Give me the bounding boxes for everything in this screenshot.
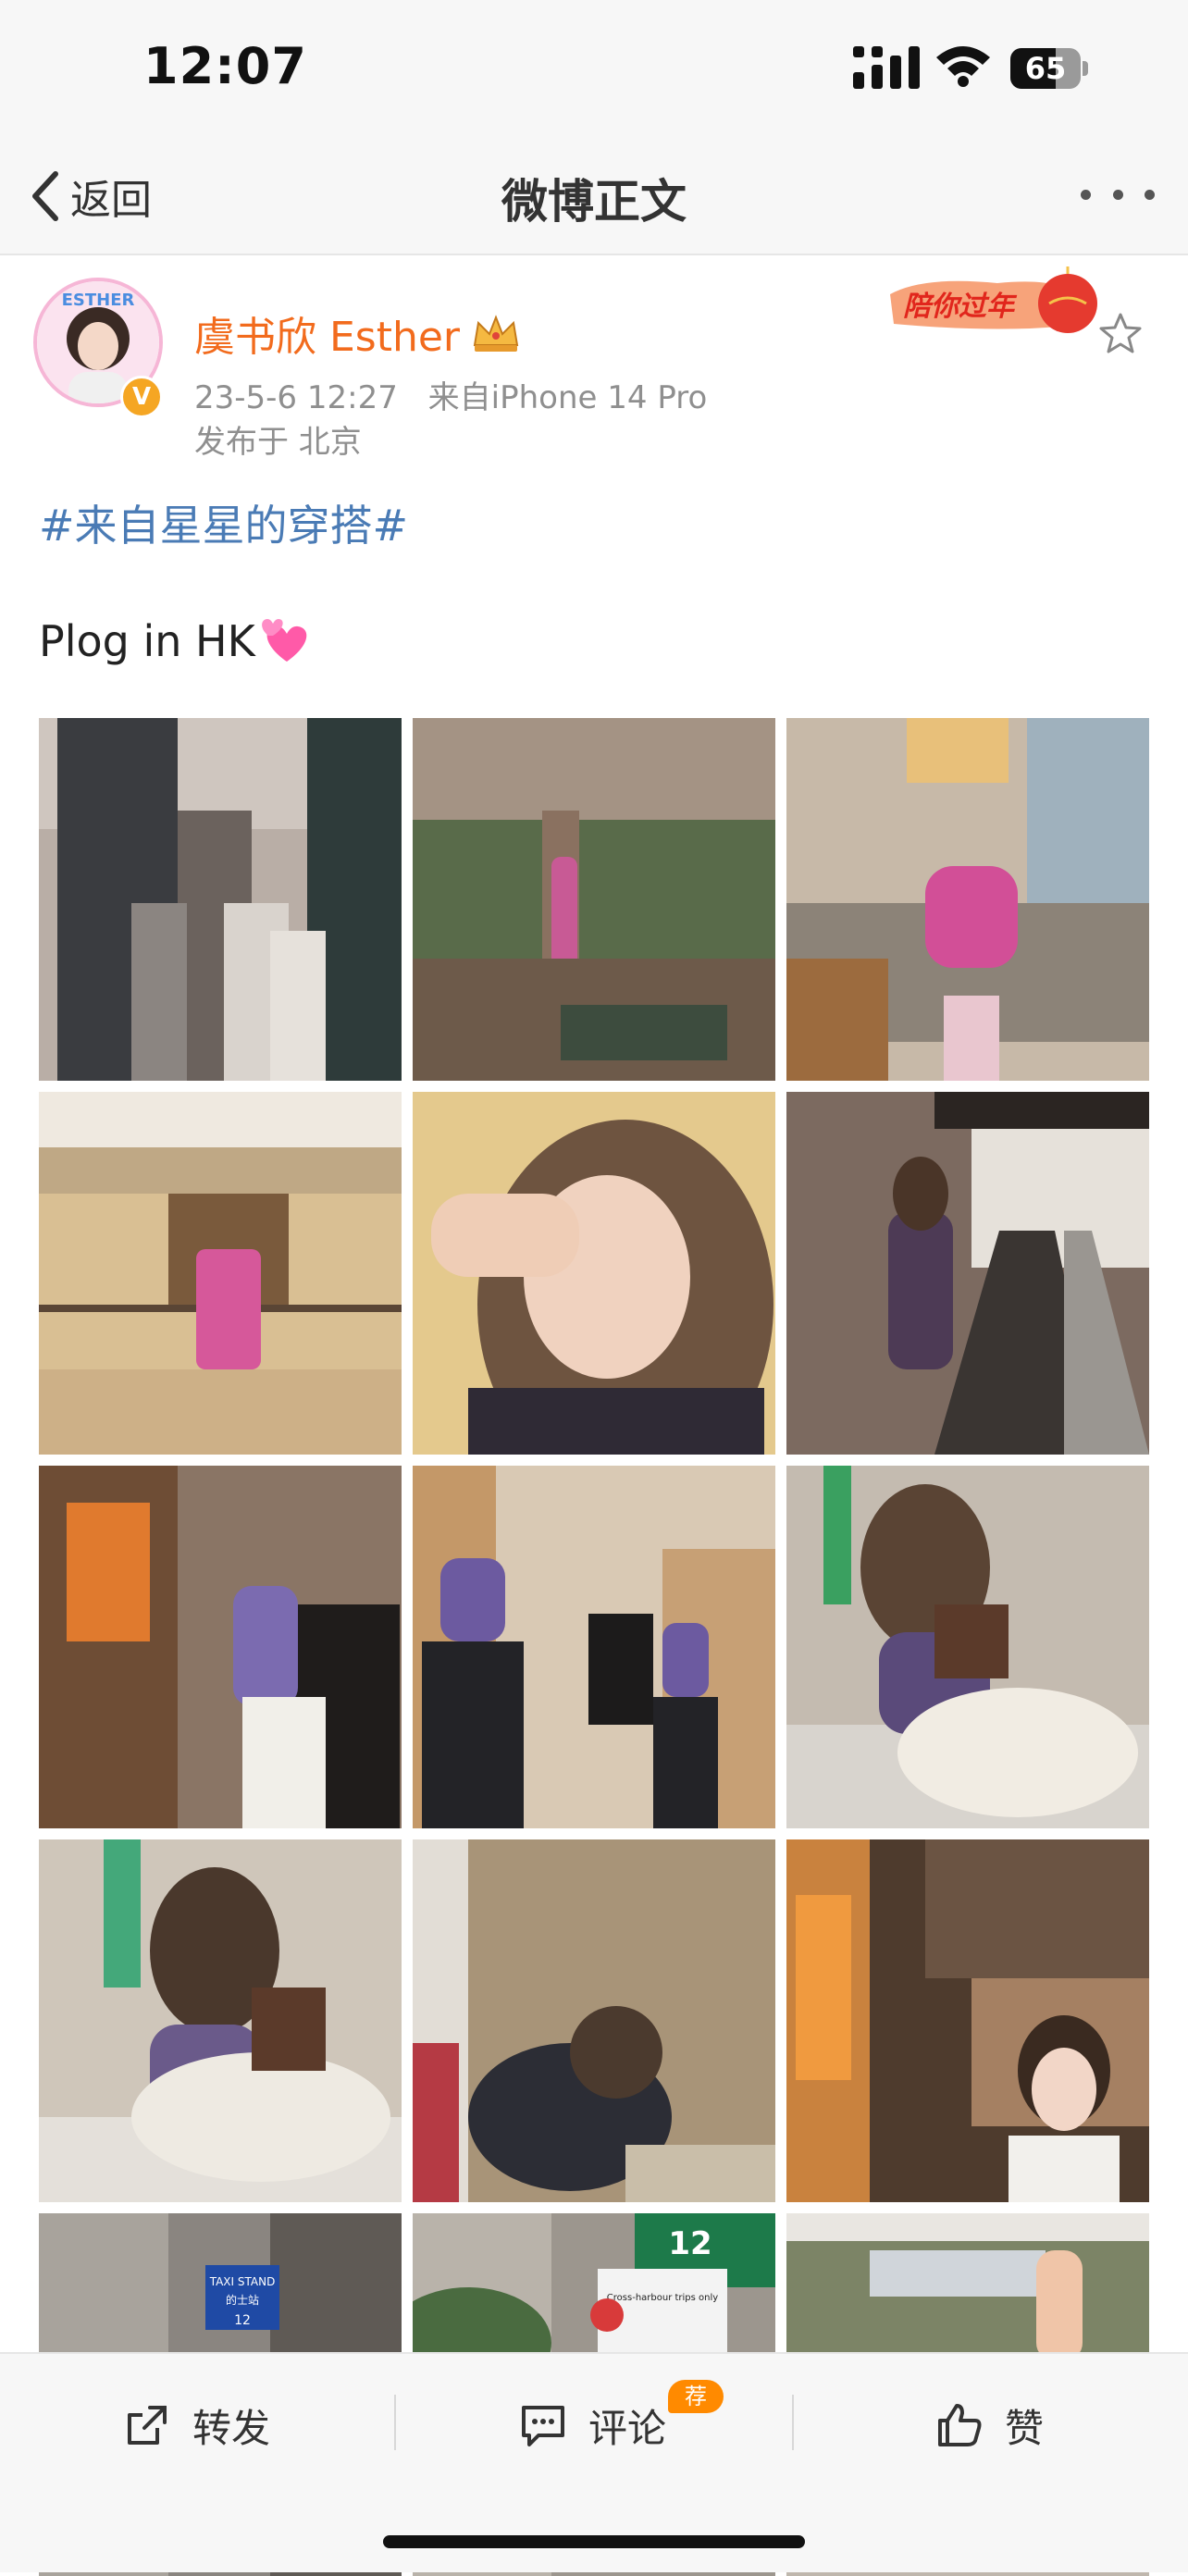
taxi-sign-cn: 的士站: [226, 2293, 259, 2307]
recommend-badge: 荐: [668, 2380, 724, 2413]
photo-atrium-pink-dress[interactable]: [39, 1092, 402, 1455]
photo-mirror-pair[interactable]: [413, 1466, 775, 1828]
photo-selfie-salute[interactable]: [413, 1092, 775, 1455]
post-meta: 23-5-6 12:27 来自iPhone 14 Pro: [194, 372, 727, 417]
new-year-badge: 陪你过年: [886, 266, 1108, 341]
photo-sofa-pink-hoodie[interactable]: [786, 718, 1149, 1081]
divider: [394, 2395, 396, 2450]
page-title: 微博正文: [501, 175, 687, 229]
user-name[interactable]: 虞书欣 Esther: [194, 303, 460, 363]
favorite-star-icon[interactable]: [1097, 311, 1144, 357]
route-number: 12: [668, 2225, 712, 2262]
post-text: Plog in HK: [39, 616, 255, 666]
route-sign-text: 12: [234, 2313, 251, 2328]
new-year-badge-text: 陪你过年: [903, 291, 1014, 323]
post-location: 发布于 北京: [194, 424, 362, 461]
photo-puffer-jacket[interactable]: [413, 1839, 775, 2202]
battery-level: 65: [1024, 51, 1067, 86]
comment-button[interactable]: 评论: [518, 2391, 666, 2459]
taxi-sign-text: TAXI STAND: [209, 2275, 276, 2288]
photo-escalator-pose[interactable]: [39, 1466, 402, 1828]
photo-escalator-down[interactable]: [786, 1092, 1149, 1455]
photo-hotel-corner-window[interactable]: [413, 718, 775, 1081]
vip-crown-icon: [473, 315, 519, 352]
divider: [792, 2395, 794, 2450]
two-hearts-icon: [261, 619, 307, 662]
like-button[interactable]: 赞: [934, 2391, 1044, 2459]
share-icon: [128, 2406, 167, 2445]
post-source: 来自iPhone 14 Pro: [427, 379, 708, 416]
repost-button[interactable]: 转发: [122, 2391, 270, 2459]
home-indicator: [383, 2535, 805, 2548]
user-name-row[interactable]: 虞书欣 Esther: [194, 303, 523, 363]
status-time: 12:07: [143, 37, 307, 95]
photo-lobby-orange[interactable]: [786, 1839, 1149, 2202]
repost-label: 转发: [192, 2405, 271, 2451]
avatar[interactable]: ESTHER V: [33, 278, 163, 418]
like-label: 赞: [1005, 2405, 1045, 2451]
photo-crouch-phone[interactable]: [786, 1466, 1149, 1828]
cross-harbour-text: Cross-harbour trips only: [607, 2293, 718, 2303]
comment-icon: [522, 2406, 564, 2446]
navigation-bar: 返回 微博正文: [0, 139, 1188, 255]
photo-crouch-mirror[interactable]: [39, 1839, 402, 2202]
more-options-icon[interactable]: [1081, 167, 1155, 222]
comment-label: 评论: [588, 2405, 667, 2451]
verified-badge-icon: V: [120, 376, 163, 418]
photo-hk-skyline[interactable]: [39, 718, 402, 1081]
post-time: 23-5-6 12:27: [194, 379, 398, 416]
wifi-icon: [936, 46, 990, 87]
status-bar: 12:07 65: [0, 0, 1188, 139]
battery-icon: 65: [1010, 48, 1090, 89]
post-text-row: Plog in HK: [39, 616, 311, 666]
thumbs-up-icon: [938, 2404, 982, 2446]
hashtag-link[interactable]: #来自星星的穿搭#: [39, 492, 408, 553]
cellular-signal-icon: [853, 46, 920, 89]
avatar-lettering: ESTHER: [62, 291, 135, 310]
